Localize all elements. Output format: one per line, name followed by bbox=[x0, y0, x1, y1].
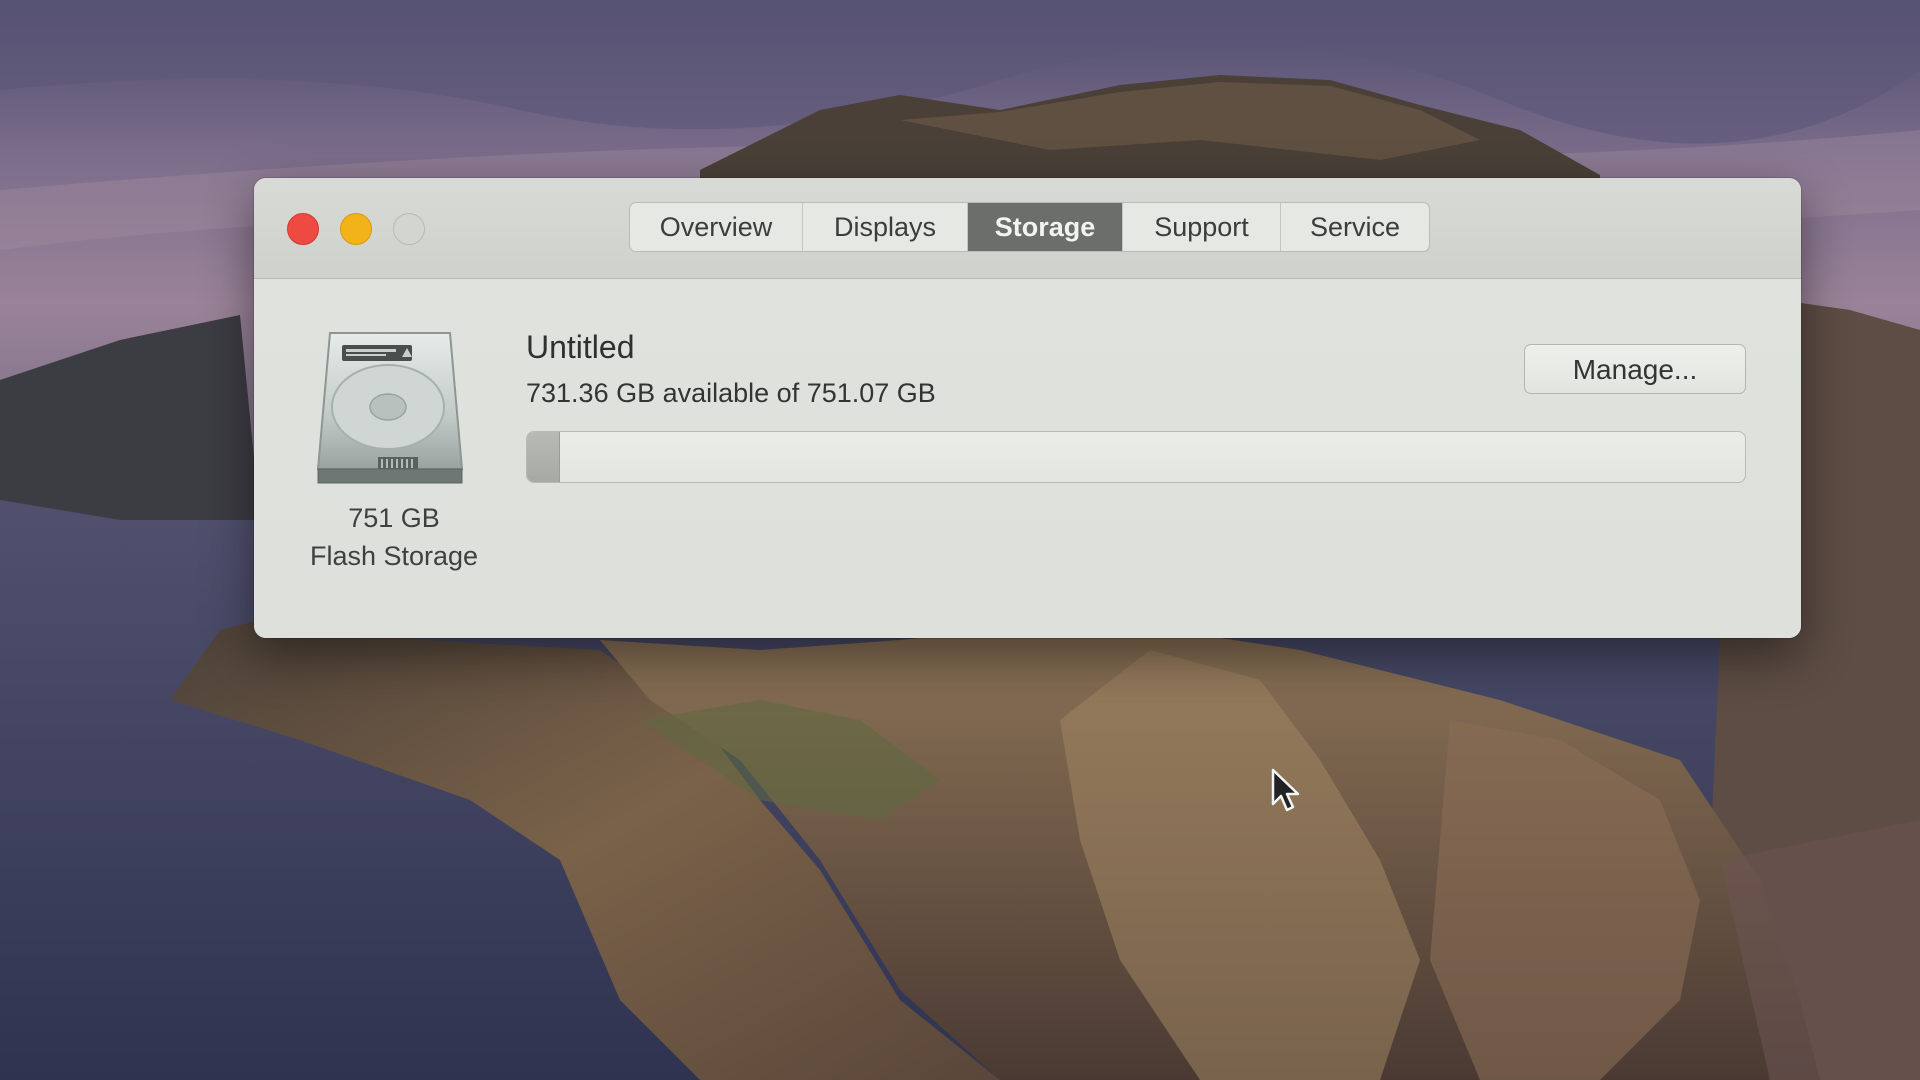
volume-availability: 731.36 GB available of 751.07 GB bbox=[526, 378, 936, 408]
storage-usage-bar bbox=[526, 431, 1746, 483]
zoom-button bbox=[393, 213, 425, 245]
about-this-mac-window: Overview Displays Storage Support Servic… bbox=[254, 178, 1801, 638]
desktop-wallpaper: Overview Displays Storage Support Servic… bbox=[0, 0, 1920, 1080]
tab-service[interactable]: Service bbox=[1281, 203, 1429, 251]
drive-caption: 751 GB Flash Storage bbox=[254, 499, 534, 575]
tab-storage[interactable]: Storage bbox=[968, 203, 1123, 251]
tab-overview[interactable]: Overview bbox=[630, 203, 803, 251]
manage-button[interactable]: Manage... bbox=[1524, 344, 1746, 394]
volume-name: Untitled bbox=[526, 329, 635, 365]
hard-drive-icon bbox=[316, 329, 464, 487]
drive-type: Flash Storage bbox=[309, 541, 479, 571]
title-bar: Overview Displays Storage Support Servic… bbox=[254, 178, 1801, 279]
storage-panel: 751 GB Flash Storage Untitled 731.36 GB … bbox=[254, 279, 1801, 638]
minimize-button[interactable] bbox=[340, 213, 372, 245]
storage-used-segment[interactable] bbox=[527, 432, 560, 482]
tab-support[interactable]: Support bbox=[1123, 203, 1281, 251]
close-button[interactable] bbox=[287, 213, 319, 245]
drive-size: 751 GB bbox=[348, 503, 440, 533]
tab-bar: Overview Displays Storage Support Servic… bbox=[629, 202, 1430, 252]
tab-displays[interactable]: Displays bbox=[803, 203, 968, 251]
